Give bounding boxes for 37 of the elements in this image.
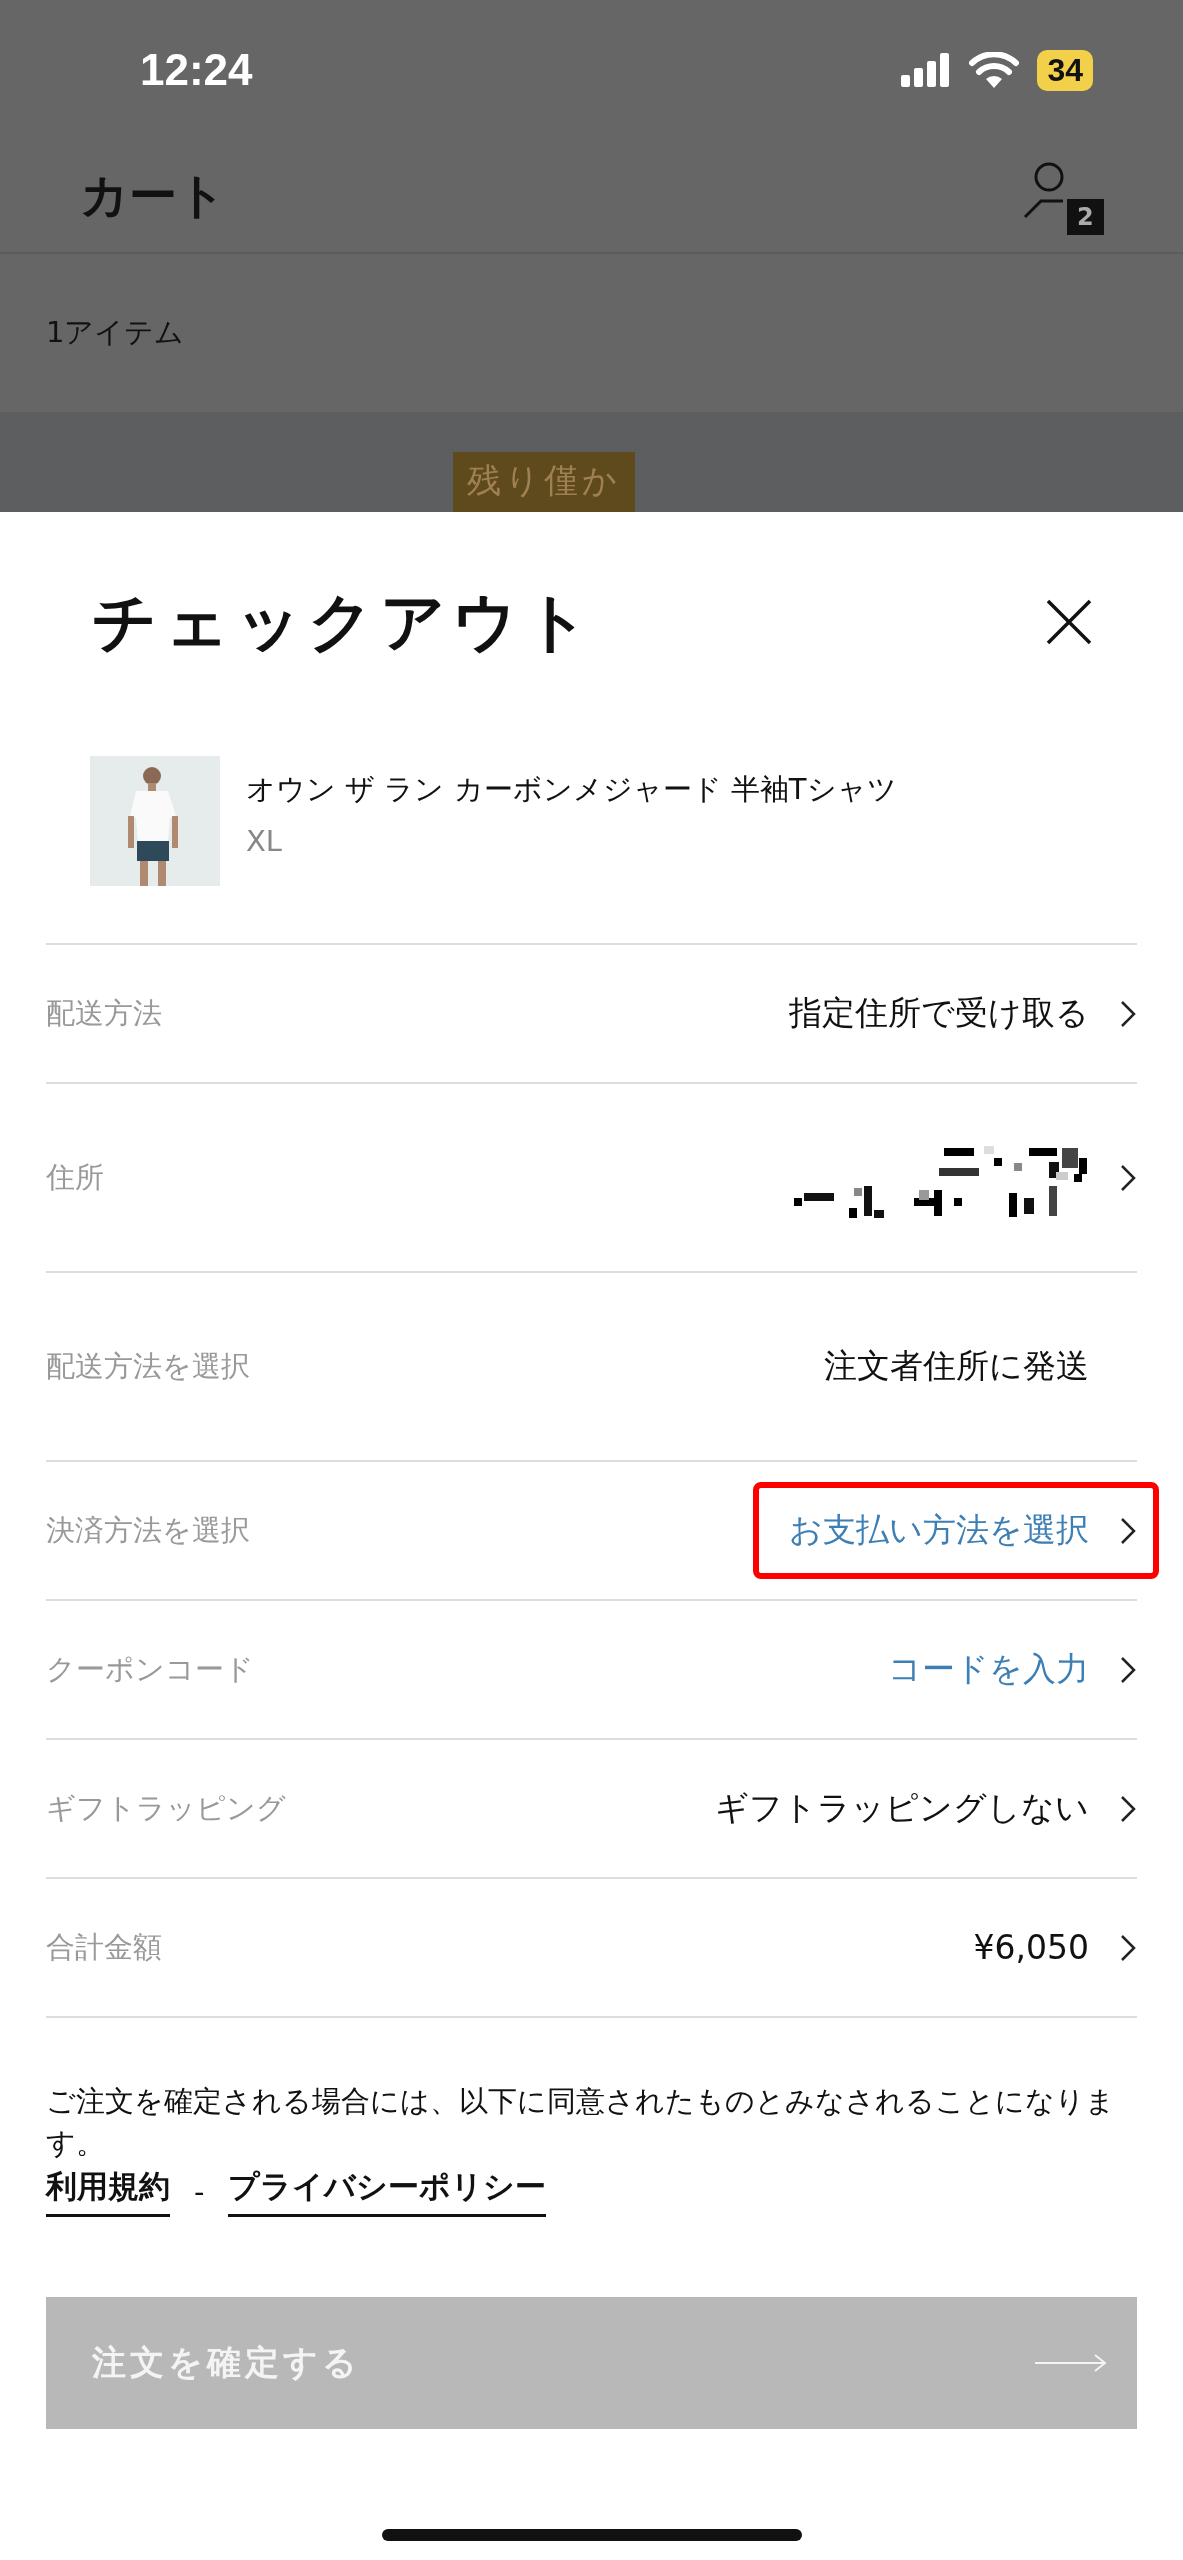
chevron-icon[interactable] (1119, 1516, 1137, 1545)
row-label: 住所 (46, 1158, 104, 1196)
row-link[interactable]: コードを入力 (888, 1647, 1089, 1692)
product-size: XL (246, 824, 284, 858)
row-link[interactable]: お支払い方法を選択 (789, 1508, 1089, 1553)
item-count: 1アイテム (46, 314, 185, 351)
row-label: 合計金額 (46, 1928, 162, 1966)
row-label: 決済方法を選択 (46, 1511, 250, 1549)
row-value[interactable]: ¥6,050 (973, 1928, 1089, 1967)
row-value[interactable]: ギフトラッピングしない (715, 1786, 1089, 1831)
chevron-icon[interactable] (1119, 1655, 1137, 1684)
chevron-icon[interactable] (1119, 1794, 1137, 1823)
row-label: 配送方法 (46, 994, 162, 1032)
agreement-notice: ご注文を確定される場合には、以下に同意されたものとみなされることになります。 (46, 2083, 1116, 2163)
row-value[interactable]: 注文者住所に発送 (824, 1344, 1089, 1389)
row-value[interactable]: 指定住所で受け取る (789, 991, 1089, 1036)
arrow-icon (1035, 2353, 1107, 2374)
product-name: オウン ザ ラン カーボンメジャード 半袖Tシャツ (246, 771, 897, 808)
sheet-title: チェックアウト (92, 583, 596, 661)
privacy-link[interactable]: プライバシーポリシー (228, 2166, 547, 2218)
row-label: クーポンコード (46, 1650, 254, 1688)
signal-icon (901, 53, 952, 87)
row-label: ギフトラッピング (46, 1789, 286, 1827)
status-time: 12:24 (140, 45, 253, 95)
page-title: カート (80, 166, 226, 225)
battery-indicator: 34 (1037, 49, 1093, 91)
close-icon[interactable] (1045, 598, 1093, 646)
row-label: 配送方法を選択 (46, 1347, 250, 1385)
terms-link[interactable]: 利用規約 (46, 2166, 170, 2218)
wifi-icon (969, 52, 1020, 88)
chevron-icon[interactable] (1119, 999, 1137, 1028)
account-icon[interactable] (1023, 161, 1065, 219)
account-badge: 2 (1067, 199, 1104, 235)
link-separator: - (194, 2174, 205, 2209)
chevron-icon[interactable] (1119, 1933, 1137, 1962)
chevron-icon[interactable] (1119, 1163, 1137, 1192)
stock-badge: 残り僅か (453, 452, 635, 512)
